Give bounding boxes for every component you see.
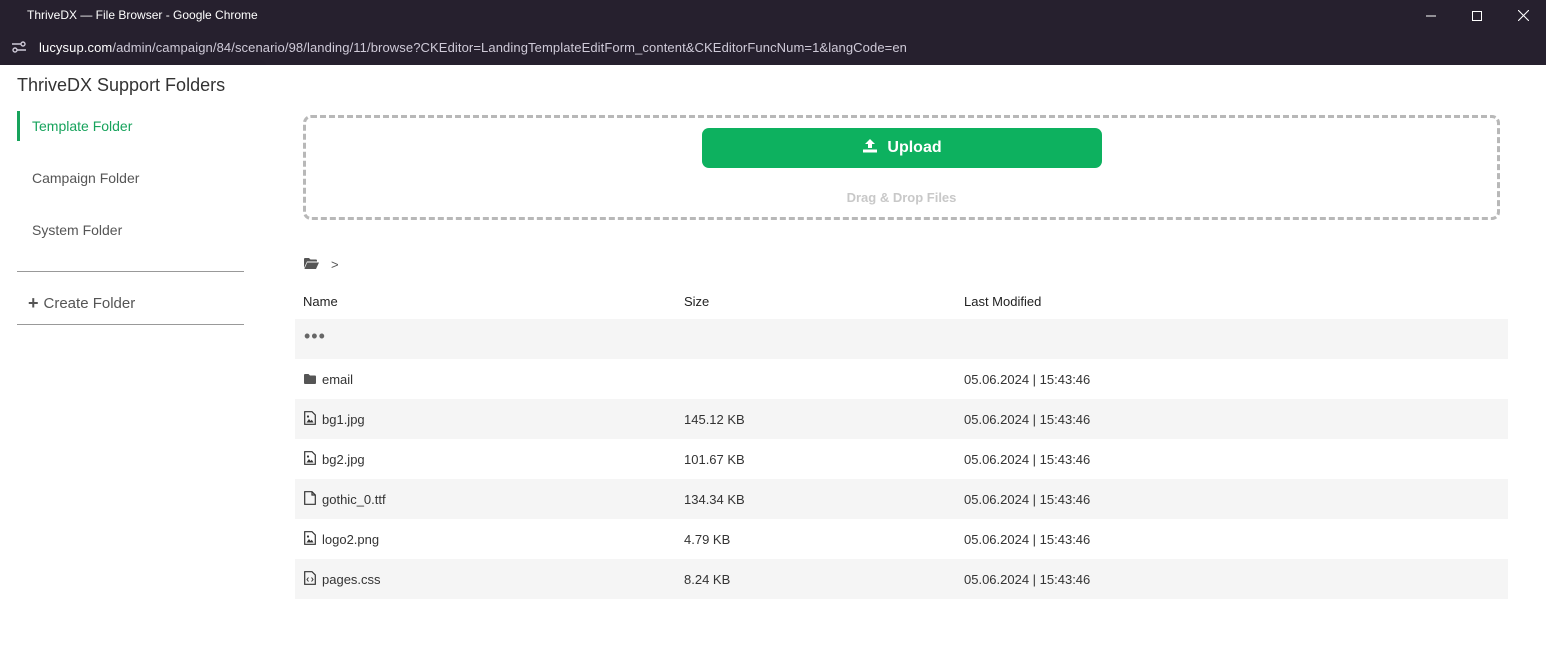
drag-drop-hint: Drag & Drop Files (846, 190, 957, 205)
url-text[interactable]: lucysup.com/admin/campaign/84/scenario/9… (39, 40, 907, 55)
column-header-name[interactable]: Name (295, 294, 684, 309)
breadcrumb: > (304, 257, 339, 272)
image-file-icon (304, 530, 316, 548)
sidebar-item-system-folder[interactable]: System Folder (17, 215, 244, 245)
image-file-icon (304, 410, 316, 428)
open-folder-icon[interactable] (304, 257, 319, 272)
site-info-icon[interactable] (8, 38, 30, 56)
file-icon (304, 490, 316, 508)
file-modified: 05.06.2024 | 15:43:46 (964, 571, 1091, 587)
window-title: ThriveDX — File Browser - Google Chrome (27, 8, 258, 22)
table-row[interactable]: gothic_0.ttf 134.34 KB 05.06.2024 | 15:4… (295, 479, 1508, 519)
file-size: 134.34 KB (684, 491, 745, 507)
file-modified: 05.06.2024 | 15:43:46 (964, 451, 1091, 467)
create-folder-button[interactable]: + Create Folder (28, 294, 135, 312)
plus-icon: + (28, 293, 39, 313)
sidebar-item-label: Campaign Folder (32, 170, 140, 186)
parent-directory-icon: ••• (304, 326, 326, 346)
table-header: Name Size Last Modified (295, 283, 1508, 319)
file-modified: 05.06.2024 | 15:43:46 (964, 371, 1091, 387)
table-row[interactable]: pages.css 8.24 KB 05.06.2024 | 15:43:46 (295, 559, 1508, 599)
browser-title-bar: ThriveDX — File Browser - Google Chrome (0, 0, 1546, 31)
file-browser-main: Upload Drag & Drop Files > Name Size Las… (260, 65, 1546, 646)
folders-sidebar: ThriveDX Support Folders Template Folder… (0, 65, 260, 646)
file-size: 101.67 KB (684, 451, 745, 467)
maximize-icon[interactable] (1454, 0, 1500, 31)
table-row[interactable]: logo2.png 4.79 KB 05.06.2024 | 15:43:46 (295, 519, 1508, 559)
create-folder-label: Create Folder (43, 294, 136, 312)
close-icon[interactable] (1500, 0, 1546, 31)
folder-icon (304, 372, 316, 387)
file-name: email (322, 371, 354, 387)
image-file-icon (304, 450, 316, 468)
minimize-icon[interactable] (1408, 0, 1454, 31)
file-name: bg2.jpg (322, 451, 365, 467)
upload-label: Upload (887, 139, 942, 156)
code-file-icon (304, 570, 316, 588)
file-size: 8.24 KB (684, 571, 731, 587)
upload-icon (862, 138, 878, 158)
address-bar: lucysup.com/admin/campaign/84/scenario/9… (0, 31, 1546, 65)
sidebar-title: ThriveDX Support Folders (17, 75, 226, 95)
file-name: bg1.jpg (322, 411, 365, 427)
file-name: pages.css (322, 571, 381, 587)
file-modified: 05.06.2024 | 15:43:46 (964, 411, 1091, 427)
file-size: 145.12 KB (684, 411, 745, 427)
column-header-last-modified[interactable]: Last Modified (964, 294, 1508, 309)
table-row[interactable]: email 05.06.2024 | 15:43:46 (295, 359, 1508, 399)
file-name: logo2.png (322, 531, 380, 547)
table-row[interactable]: bg2.jpg 101.67 KB 05.06.2024 | 15:43:46 (295, 439, 1508, 479)
url-path: /admin/campaign/84/scenario/98/landing/1… (112, 40, 908, 55)
column-header-size[interactable]: Size (684, 294, 964, 309)
sidebar-item-campaign-folder[interactable]: Campaign Folder (17, 163, 244, 193)
file-name: gothic_0.ttf (322, 491, 386, 507)
parent-directory-row[interactable]: ••• (295, 319, 1508, 359)
upload-button[interactable]: Upload (702, 128, 1102, 168)
drop-zone[interactable]: Upload Drag & Drop Files (303, 115, 1500, 220)
sidebar-divider (17, 271, 244, 272)
sidebar-item-label: Template Folder (32, 118, 133, 134)
file-modified: 05.06.2024 | 15:43:46 (964, 491, 1091, 507)
sidebar-item-template-folder[interactable]: Template Folder (17, 111, 244, 141)
sidebar-item-label: System Folder (32, 222, 123, 238)
file-table: Name Size Last Modified ••• email 05.06.… (295, 283, 1508, 599)
file-modified: 05.06.2024 | 15:43:46 (964, 531, 1091, 547)
url-host: lucysup.com (39, 40, 113, 55)
window-controls (1408, 0, 1546, 31)
file-size: 4.79 KB (684, 531, 731, 547)
breadcrumb-separator: > (331, 257, 339, 272)
sidebar-divider (17, 324, 244, 325)
table-row[interactable]: bg1.jpg 145.12 KB 05.06.2024 | 15:43:46 (295, 399, 1508, 439)
